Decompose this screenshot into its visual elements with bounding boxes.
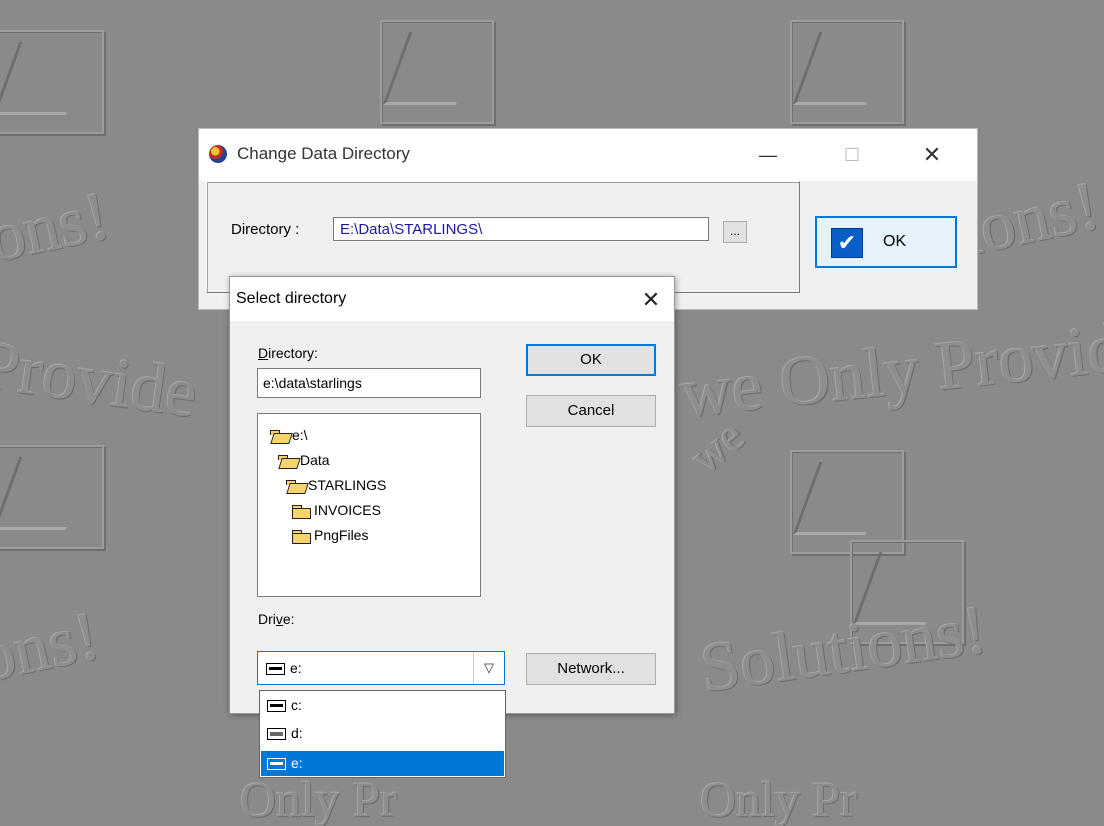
wallpaper-logo-tile [0, 30, 104, 134]
drive-label: Drive: [258, 611, 295, 627]
checkmark-icon: ✔ [831, 228, 863, 258]
minimize-button[interactable]: — [745, 139, 791, 171]
directory-label: Directory: [258, 345, 318, 361]
wallpaper-text: we Only Provide [677, 306, 1104, 433]
wallpaper-logo-tile [0, 445, 104, 549]
drive-select[interactable]: e: ▽ [257, 651, 505, 685]
hard-drive-icon [267, 700, 286, 713]
wallpaper-text: ions! [0, 177, 117, 282]
close-button[interactable]: ✕ [909, 139, 955, 171]
wallpaper-text: Only Pr [240, 771, 397, 826]
ok-button-label: OK [883, 233, 907, 250]
maximize-button[interactable]: ☐ [829, 139, 875, 171]
tree-item[interactable]: e:\ [270, 424, 308, 446]
chevron-down-icon[interactable]: ▽ [473, 652, 504, 684]
drive-option-e[interactable]: e: [261, 751, 504, 776]
wallpaper-logo-tile [380, 20, 494, 124]
wallpaper-text: Solutions! [695, 591, 992, 708]
hard-drive-icon [266, 663, 285, 676]
tree-item[interactable]: Data [278, 449, 330, 471]
path-input[interactable]: e:\data\starlings [257, 368, 481, 398]
folder-open-icon [286, 479, 304, 493]
dialog-title: Select directory [236, 290, 347, 307]
drive-option-c[interactable]: c: [261, 693, 504, 718]
title-bar[interactable]: Change Data Directory — ☐ ✕ [199, 129, 977, 181]
select-directory-dialog: Select directory ✕ Directory: e:\data\st… [229, 276, 675, 714]
wallpaper-logo-tile [790, 20, 904, 124]
dialog-close-button[interactable]: ✕ [634, 285, 668, 315]
drive-option-d[interactable]: d: [261, 721, 504, 746]
folder-icon [292, 529, 311, 544]
wallpaper-text: Provide [0, 326, 203, 433]
directory-label: Directory : [231, 221, 300, 238]
browse-button[interactable]: ... [723, 221, 747, 243]
tree-item[interactable]: INVOICES [292, 499, 381, 521]
cd-drive-icon [267, 728, 286, 741]
directory-tree[interactable]: e:\ Data STARLINGS INVOICES PngFiles [257, 413, 481, 597]
folder-open-icon [278, 454, 296, 468]
drive-dropdown-list: c: d: e: [259, 690, 506, 778]
app-logo-icon [209, 145, 227, 163]
ok-button[interactable]: ✔ OK [815, 216, 957, 268]
folder-open-icon [270, 429, 288, 443]
dialog-ok-button[interactable]: OK [526, 344, 656, 376]
hard-drive-icon [267, 758, 286, 771]
wallpaper-text: Only Pr [700, 771, 857, 826]
tree-item[interactable]: STARLINGS [286, 474, 386, 496]
cancel-button[interactable]: Cancel [526, 395, 656, 427]
directory-input[interactable]: E:\Data\STARLINGS\ [333, 217, 709, 241]
dialog-title-bar[interactable]: Select directory ✕ [230, 277, 674, 321]
tree-item[interactable]: PngFiles [292, 524, 368, 546]
wallpaper-text: ions! [0, 597, 107, 702]
wallpaper-logo-tile [790, 450, 904, 554]
folder-icon [292, 504, 311, 519]
window-title: Change Data Directory [237, 144, 410, 163]
network-button[interactable]: Network... [526, 653, 656, 685]
